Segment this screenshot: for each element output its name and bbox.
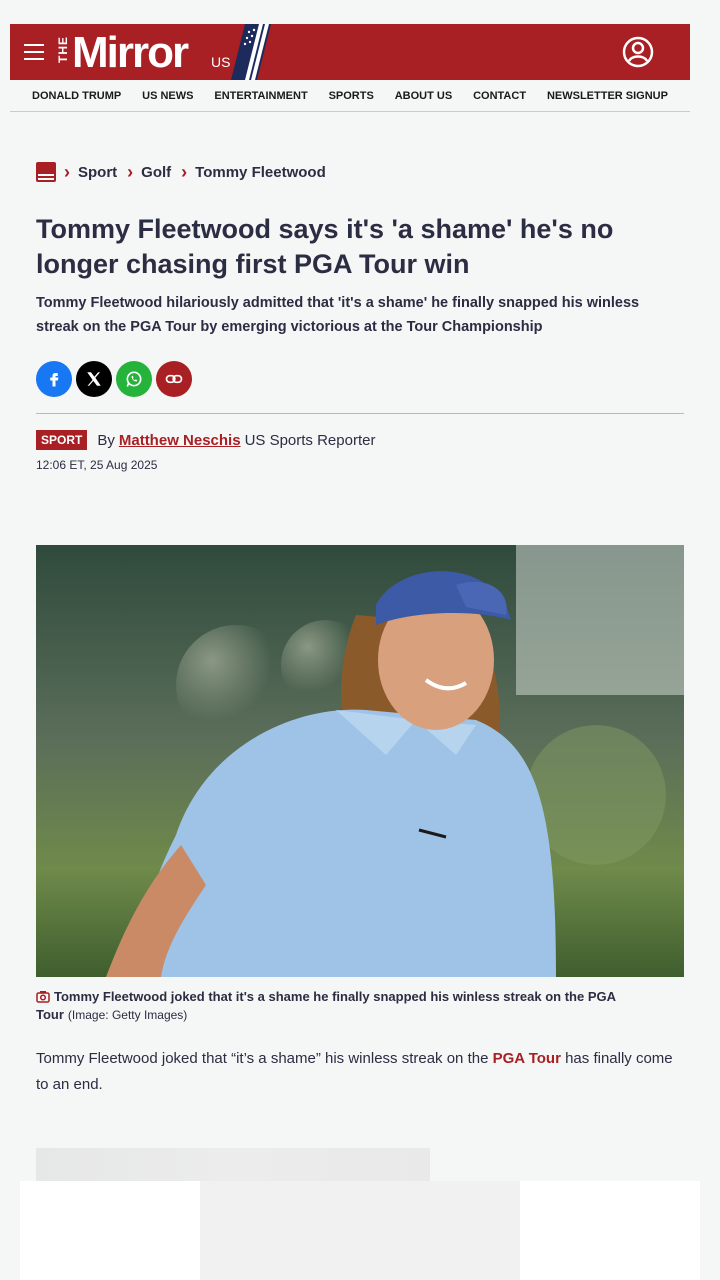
camera-icon xyxy=(36,991,50,1003)
nav-donald-trump[interactable]: DONALD TRUMP xyxy=(32,90,121,102)
logo-the: THE xyxy=(56,36,70,63)
author-role: US Sports Reporter xyxy=(244,431,376,449)
share-whatsapp-button[interactable] xyxy=(116,361,152,397)
article-body-paragraph: Tommy Fleetwood joked that “it’s a shame… xyxy=(36,1046,676,1098)
bottom-ad-bar xyxy=(20,1181,700,1280)
caption-credit: (Image: Getty Images) xyxy=(67,1008,188,1022)
share-facebook-button[interactable] xyxy=(36,361,72,397)
breadcrumb-golf[interactable]: Golf xyxy=(141,164,171,181)
home-logo-icon[interactable] xyxy=(36,162,56,182)
top-nav: DONALD TRUMP US NEWS ENTERTAINMENT SPORT… xyxy=(10,80,690,112)
body-text-start: Tommy Fleetwood joked that “it’s a shame… xyxy=(36,1050,493,1067)
chevron-right-icon: › xyxy=(181,162,188,182)
masthead: THE Mirror US xyxy=(10,24,690,80)
nav-newsletter-signup[interactable]: NEWSLETTER SIGNUP xyxy=(547,90,668,102)
breadcrumb: › Sport › Golf › Tommy Fleetwood xyxy=(36,161,336,183)
chevron-right-icon: › xyxy=(64,162,70,182)
share-x-button[interactable] xyxy=(76,361,112,397)
nav-sports[interactable]: SPORTS xyxy=(329,90,374,102)
bottom-ad-left xyxy=(20,1181,200,1280)
byline: SPORT By Matthew Neschis US Sports Repor… xyxy=(36,430,375,450)
breadcrumb-tommy-fleetwood[interactable]: Tommy Fleetwood xyxy=(195,164,326,181)
chevron-right-icon: › xyxy=(127,162,134,182)
section-badge[interactable]: SPORT xyxy=(36,430,88,450)
share-copy-link-button[interactable] xyxy=(156,361,192,397)
whatsapp-icon xyxy=(126,371,142,387)
golfer-photo xyxy=(36,545,684,977)
x-icon xyxy=(87,372,101,386)
byline-by: By xyxy=(97,431,115,449)
logo-us: US xyxy=(211,54,231,70)
link-icon xyxy=(165,374,183,384)
flag-stripes-icon xyxy=(231,24,271,80)
hero-image[interactable] xyxy=(36,545,684,977)
image-caption: Tommy Fleetwood joked that it's a shame … xyxy=(36,988,656,1024)
author-link[interactable]: Matthew Neschis xyxy=(119,432,241,449)
breadcrumb-sport[interactable]: Sport xyxy=(78,164,117,181)
facebook-icon xyxy=(50,373,59,387)
article-standfirst: Tommy Fleetwood hilariously admitted tha… xyxy=(36,295,640,335)
nav-contact[interactable]: CONTACT xyxy=(473,90,526,102)
byline-divider xyxy=(36,413,684,414)
menu-icon[interactable] xyxy=(24,44,44,60)
bottom-ad-right xyxy=(520,1181,700,1280)
nav-entertainment[interactable]: ENTERTAINMENT xyxy=(214,90,307,102)
user-account-icon[interactable] xyxy=(622,36,654,68)
mirror-us-logo[interactable]: THE Mirror US xyxy=(56,24,271,80)
logo-mirror: Mirror xyxy=(72,28,189,77)
pga-tour-link[interactable]: PGA Tour xyxy=(493,1050,561,1067)
nav-us-news[interactable]: US NEWS xyxy=(142,90,193,102)
nav-about-us[interactable]: ABOUT US xyxy=(395,90,452,102)
article-headline: Tommy Fleetwood says it's 'a shame' he's… xyxy=(36,214,614,279)
share-bar xyxy=(36,361,192,397)
publish-timestamp: 12:06 ET, 25 Aug 2025 xyxy=(36,458,158,472)
